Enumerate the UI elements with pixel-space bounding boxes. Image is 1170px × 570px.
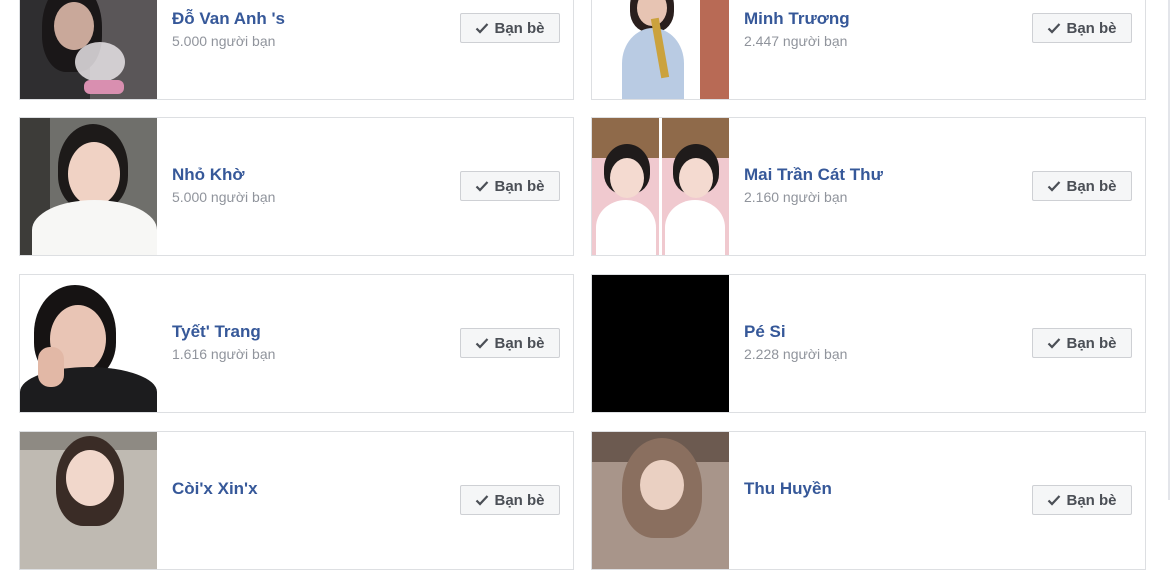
- friend-name[interactable]: Nhỏ Khờ: [172, 165, 245, 185]
- friends-button-label: Bạn bè: [494, 177, 545, 195]
- checkmark-icon: [1047, 337, 1061, 349]
- friends-button-label: Bạn bè: [494, 334, 545, 352]
- friend-card: Đỗ Van Anh 's 5.000 người bạn Bạn bè: [19, 0, 574, 100]
- checkmark-icon: [1047, 494, 1061, 506]
- friend-count: 1.616 người bạn: [172, 346, 276, 362]
- friend-name[interactable]: Tyết' Trang: [172, 322, 261, 342]
- avatar[interactable]: [592, 275, 729, 412]
- friend-card: Nhỏ Khờ 5.000 người bạn Bạn bè: [19, 117, 574, 256]
- friends-button-label: Bạn bè: [1066, 491, 1117, 509]
- friends-button[interactable]: Bạn bè: [1032, 171, 1132, 201]
- checkmark-icon: [475, 337, 489, 349]
- avatar[interactable]: [20, 432, 157, 569]
- avatar[interactable]: [592, 432, 729, 569]
- friends-button-label: Bạn bè: [494, 19, 545, 37]
- friends-button-label: Bạn bè: [1066, 177, 1117, 195]
- friend-name[interactable]: Mai Trần Cát Thư: [744, 165, 883, 185]
- friend-card: Pé Si 2.228 người bạn Bạn bè: [591, 274, 1146, 413]
- friend-count: 5.000 người bạn: [172, 189, 276, 205]
- friend-card: Minh Trương 2.447 người bạn Bạn bè: [591, 0, 1146, 100]
- friends-button-label: Bạn bè: [1066, 19, 1117, 37]
- friend-count: 2.160 người bạn: [744, 189, 848, 205]
- friend-card: Tyết' Trang 1.616 người bạn Bạn bè: [19, 274, 574, 413]
- friend-name[interactable]: Minh Trương: [744, 9, 850, 29]
- friends-button-label: Bạn bè: [494, 491, 545, 509]
- friends-button[interactable]: Bạn bè: [460, 13, 560, 43]
- checkmark-icon: [475, 22, 489, 34]
- checkmark-icon: [1047, 22, 1061, 34]
- avatar[interactable]: [20, 0, 157, 99]
- avatar[interactable]: [20, 275, 157, 412]
- friend-card: Còi'x Xin'x Bạn bè: [19, 431, 574, 570]
- friend-name[interactable]: Còi'x Xin'x: [172, 479, 258, 499]
- avatar[interactable]: [592, 118, 729, 255]
- checkmark-icon: [475, 494, 489, 506]
- friends-button[interactable]: Bạn bè: [460, 171, 560, 201]
- checkmark-icon: [1047, 180, 1061, 192]
- friend-name[interactable]: Pé Si: [744, 322, 786, 342]
- checkmark-icon: [475, 180, 489, 192]
- avatar[interactable]: [20, 118, 157, 255]
- friends-button[interactable]: Bạn bè: [1032, 328, 1132, 358]
- friend-card: Thu Huyền Bạn bè: [591, 431, 1146, 570]
- friends-button[interactable]: Bạn bè: [460, 328, 560, 358]
- friend-count: 5.000 người bạn: [172, 33, 276, 49]
- friend-name[interactable]: Thu Huyền: [744, 479, 832, 499]
- friends-button[interactable]: Bạn bè: [1032, 485, 1132, 515]
- friend-card: Mai Trần Cát Thư 2.160 người bạn Bạn bè: [591, 117, 1146, 256]
- avatar[interactable]: [592, 0, 729, 99]
- friend-name[interactable]: Đỗ Van Anh 's: [172, 9, 285, 29]
- friend-count: 2.228 người bạn: [744, 346, 848, 362]
- friends-button[interactable]: Bạn bè: [460, 485, 560, 515]
- friend-count: 2.447 người bạn: [744, 33, 848, 49]
- friends-button-label: Bạn bè: [1066, 334, 1117, 352]
- friends-button[interactable]: Bạn bè: [1032, 13, 1132, 43]
